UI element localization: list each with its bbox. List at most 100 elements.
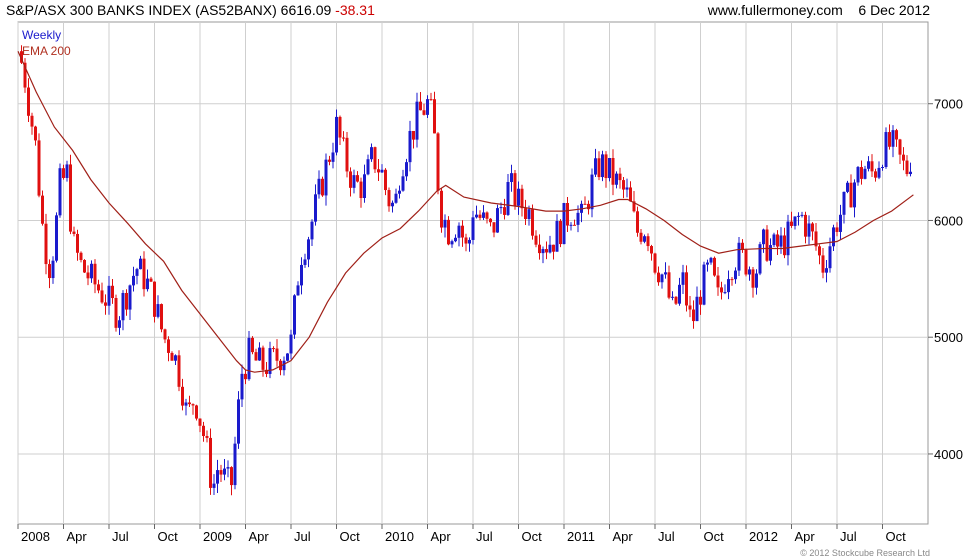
bar-body (447, 219, 450, 245)
weekly-bar (513, 169, 517, 210)
x-tick-label: Jul (476, 529, 493, 544)
bar-body (30, 115, 34, 127)
bar-body (27, 87, 30, 116)
bar-body (93, 263, 97, 285)
bar-body (653, 253, 657, 273)
bar-body (51, 260, 55, 279)
bar-body (34, 126, 37, 141)
bar-body (779, 235, 783, 247)
bar-body (62, 168, 65, 178)
weekly-bar (608, 157, 611, 182)
bar-body (825, 268, 828, 273)
bar-body (132, 275, 135, 286)
bar-body (324, 159, 328, 196)
bar-body (608, 158, 611, 179)
bar-body (338, 116, 342, 138)
bar-body (860, 167, 863, 179)
bar-body (622, 180, 625, 190)
bar-body (359, 181, 363, 198)
bar-body (153, 281, 156, 317)
bar-body (811, 223, 814, 232)
bar-body (762, 229, 765, 245)
bar-body (755, 273, 758, 288)
bar-body (699, 296, 702, 305)
bar-body (902, 154, 905, 161)
bar-body (559, 221, 562, 245)
bar-body (643, 236, 646, 242)
bar-body (461, 225, 464, 238)
bar-body (156, 304, 160, 317)
bar-body (723, 292, 727, 294)
bar-body (205, 436, 209, 438)
bar-body (891, 130, 895, 147)
weekly-bar (562, 202, 566, 245)
bar-body (517, 188, 520, 206)
bar-body (786, 221, 790, 256)
bar-body (681, 272, 685, 285)
bar-body (821, 255, 825, 273)
x-tick-label: Apr (431, 529, 452, 544)
bar-body (317, 178, 321, 195)
x-tick-label: 2010 (385, 529, 414, 544)
bar-body (195, 405, 198, 419)
bar-body (793, 216, 797, 226)
bar-body (209, 437, 212, 488)
bar-body (657, 272, 660, 283)
bar-body (898, 139, 902, 155)
bar-body (377, 169, 380, 173)
bar-body (352, 175, 356, 188)
bar-body (240, 373, 244, 400)
x-tick-label: Jul (658, 529, 675, 544)
bar-body (842, 191, 846, 215)
bar-body (198, 418, 202, 426)
bar-body (576, 212, 580, 225)
weekly-bar (884, 127, 888, 169)
bar-body (503, 207, 506, 215)
weekly-bar (83, 259, 86, 273)
weekly-bar (69, 154, 72, 235)
x-tick-label: Oct (340, 529, 361, 544)
weekly-bar (758, 241, 762, 276)
bar-body (685, 272, 688, 306)
bar-body (223, 468, 226, 475)
bar-body (524, 208, 527, 219)
y-tick-label: 6000 (934, 213, 963, 228)
bar-body (611, 158, 615, 185)
bar-body (555, 221, 559, 252)
y-axis: 4000 5000 6000 7000 (928, 97, 963, 462)
x-tick-label: Apr (613, 529, 634, 544)
bar-body (226, 467, 230, 469)
price-chart: 4000 5000 6000 7000 2008 Apr Jul Oct 2009 Apr Jul… (17, 21, 963, 544)
bar-body (419, 101, 422, 111)
x-tick-label: Apr (249, 529, 270, 544)
bar-body (65, 164, 69, 178)
bar-body (296, 285, 300, 296)
weekly-bar (559, 219, 562, 248)
bar-body (125, 292, 128, 310)
legend-weekly: Weekly (22, 28, 62, 42)
x-tick-label: Oct (704, 529, 725, 544)
bar-body (867, 161, 870, 169)
bar-body (212, 483, 216, 488)
bar-body (111, 285, 114, 299)
weekly-bar (702, 261, 706, 306)
bar-body (443, 219, 447, 228)
bar-body (289, 334, 293, 354)
bar-body (146, 278, 149, 290)
bar-body (188, 402, 191, 405)
bar-body (69, 164, 72, 232)
weekly-bar (114, 294, 118, 332)
bar-body (569, 224, 573, 226)
bar-body (548, 244, 552, 253)
y-tick-label: 4000 (934, 447, 963, 462)
weekly-bar (601, 150, 604, 182)
bar-body (664, 272, 667, 275)
bar-body (709, 257, 713, 263)
bar-body (167, 339, 170, 353)
bar-body (429, 99, 433, 101)
bar-body (170, 352, 174, 361)
bar-body (345, 137, 349, 172)
weekly-bar (195, 404, 198, 421)
weekly-bar (237, 391, 240, 449)
bar-body (905, 160, 909, 175)
